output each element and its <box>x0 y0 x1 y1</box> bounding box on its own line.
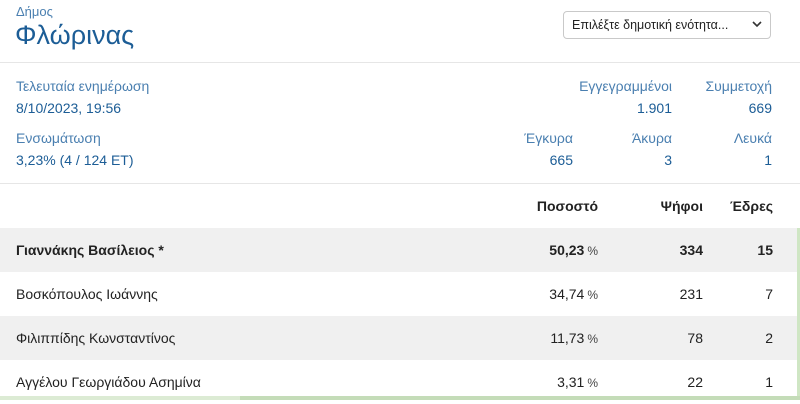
turnout-value: 669 <box>748 100 772 116</box>
percent-sign: % <box>587 376 598 390</box>
registered-value: 1.901 <box>636 100 672 116</box>
candidate-percent: 3,31% <box>557 374 598 390</box>
percent-sign: % <box>587 244 598 258</box>
percent-sign: % <box>587 288 598 302</box>
candidate-votes: 78 <box>687 330 703 346</box>
candidate-seats: 1 <box>765 374 773 390</box>
results-table-header: Ποσοστό Ψήφοι Έδρες <box>0 184 800 228</box>
last-update-value: 8/10/2023, 19:56 <box>16 100 122 116</box>
candidate-name: Γιαννάκης Βασίλειος * <box>16 242 164 258</box>
horizontal-scrollbar[interactable] <box>0 396 800 400</box>
candidate-votes: 22 <box>687 374 703 390</box>
candidate-name: Βοσκόπουλος Ιωάννης <box>16 286 158 302</box>
candidate-percent: 34,74% <box>549 286 598 302</box>
header-votes: Ψήφοι <box>660 198 703 214</box>
chevron-down-icon <box>752 21 762 28</box>
candidate-name: Φιλιππίδης Κωνσταντίνος <box>16 330 176 346</box>
header-percent: Ποσοστό <box>536 198 598 214</box>
municipality-header: Δήμος Φλώρινας Επιλέξτε δημοτική ενότητα… <box>0 0 800 63</box>
candidate-votes: 334 <box>679 242 703 258</box>
table-row[interactable]: Γιαννάκης Βασίλειος * 50,23% 334 15 <box>0 228 800 272</box>
valid-label: Έγκυρα <box>524 130 573 146</box>
candidate-name: Αγγέλου Γεωργιάδου Ασημίνα <box>16 374 201 390</box>
registered-label: Εγγεγραμμένοι <box>579 78 672 94</box>
municipality-type-label: Δήμος <box>16 4 53 19</box>
integration-value: 3,23% (4 / 124 ΕΤ) <box>16 152 134 168</box>
last-update-label: Τελευταία ενημέρωση <box>16 78 150 94</box>
integration-label: Ενσωμάτωση <box>16 130 101 146</box>
header-seats: Έδρες <box>729 198 773 214</box>
invalid-value: 3 <box>664 152 672 168</box>
candidate-percent: 11,73% <box>550 330 598 346</box>
candidate-seats: 2 <box>765 330 773 346</box>
municipality-name: Φλώρινας <box>15 20 135 50</box>
turnout-label: Συμμετοχή <box>705 78 772 94</box>
percent-sign: % <box>587 332 598 346</box>
table-row[interactable]: Βοσκόπουλος Ιωάννης 34,74% 231 7 <box>0 272 800 316</box>
table-row[interactable]: Φιλιππίδης Κωνσταντίνος 11,73% 78 2 <box>0 316 800 360</box>
blank-value: 1 <box>764 152 772 168</box>
invalid-label: Άκυρα <box>631 130 672 146</box>
scrollbar-thumb[interactable] <box>240 396 800 400</box>
valid-value: 665 <box>549 152 573 168</box>
unit-select-value: Επιλέξτε δημοτική ενότητα... <box>572 18 729 32</box>
candidate-seats: 15 <box>757 242 773 258</box>
candidate-votes: 231 <box>679 286 703 302</box>
blank-label: Λευκά <box>733 130 772 146</box>
results-summary: Τελευταία ενημέρωση 8/10/2023, 19:56 Εγγ… <box>0 63 800 184</box>
unit-select[interactable]: Επιλέξτε δημοτική ενότητα... <box>563 11 771 39</box>
candidate-percent: 50,23% <box>549 242 598 258</box>
candidate-seats: 7 <box>765 286 773 302</box>
